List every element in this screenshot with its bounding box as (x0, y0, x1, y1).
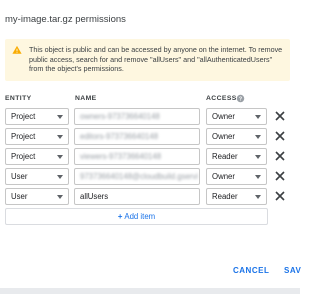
access-select[interactable]: Owner (206, 128, 267, 145)
delete-row-icon[interactable] (274, 190, 286, 202)
name-value: owners-973736640148 (80, 112, 160, 121)
name-input[interactable]: editors-973736640148 (74, 128, 200, 145)
entity-select[interactable]: Project (5, 108, 69, 125)
permission-row: User 973736640148@cloudbuild.gservi Owne… (0, 168, 300, 185)
dropdown-caret-icon (255, 135, 261, 139)
dialog-title: my-image.tar.gz permissions (5, 14, 126, 25)
name-value: viewers-973736640148 (80, 152, 162, 161)
plus-icon: + (117, 212, 123, 221)
public-access-warning: This object is public and can be accesse… (5, 39, 290, 81)
delete-row-icon[interactable] (274, 150, 286, 162)
help-icon[interactable]: ? (236, 94, 245, 103)
entity-value: User (11, 192, 28, 201)
dropdown-caret-icon (57, 155, 63, 159)
entity-value: Project (11, 112, 36, 121)
access-value: Reader (212, 152, 238, 161)
dropdown-caret-icon (255, 195, 261, 199)
delete-row-icon[interactable] (274, 130, 286, 142)
access-value: Owner (212, 112, 235, 121)
name-value: editors-973736640148 (80, 132, 159, 141)
dropdown-caret-icon (255, 175, 261, 179)
entity-value: Project (11, 152, 36, 161)
cancel-button[interactable]: CANCEL (233, 266, 269, 275)
permission-row: Project viewers-973736640148 Reader (0, 148, 300, 165)
access-select[interactable]: Reader (206, 188, 267, 205)
permission-row: User allUsers Reader (0, 188, 300, 205)
access-select[interactable]: Reader (206, 148, 267, 165)
entity-select[interactable]: Project (5, 128, 69, 145)
name-value: 973736640148@cloudbuild.gservi (80, 172, 199, 181)
entity-value: Project (11, 132, 36, 141)
dropdown-caret-icon (255, 115, 261, 119)
add-item-label: Add item (124, 212, 156, 221)
access-value: Reader (212, 192, 238, 201)
access-select[interactable]: Owner (206, 168, 267, 185)
name-input[interactable]: allUsers (74, 188, 200, 205)
bottom-edge (0, 288, 300, 294)
entity-select[interactable]: Project (5, 148, 69, 165)
entity-select[interactable]: User (5, 168, 69, 185)
save-button[interactable]: SAV (284, 266, 301, 275)
entity-select[interactable]: User (5, 188, 69, 205)
entity-value: User (11, 172, 28, 181)
delete-row-icon[interactable] (274, 110, 286, 122)
dropdown-caret-icon (255, 155, 261, 159)
access-value: Owner (212, 132, 235, 141)
warning-text: This object is public and can be accesse… (29, 45, 283, 73)
dropdown-caret-icon (57, 115, 63, 119)
delete-row-icon[interactable] (274, 170, 286, 182)
permission-row: Project owners-973736640148 Owner (0, 108, 300, 125)
add-item-button[interactable]: + Add item (5, 208, 268, 225)
access-select[interactable]: Owner (206, 108, 267, 125)
permissions-dialog: my-image.tar.gz permissions This object … (0, 0, 301, 294)
name-input[interactable]: owners-973736640148 (74, 108, 200, 125)
dropdown-caret-icon (57, 175, 63, 179)
access-column-header: ACCESS (206, 95, 237, 102)
svg-text:?: ? (239, 96, 242, 102)
permission-row: Project editors-973736640148 Owner (0, 128, 300, 145)
access-value: Owner (212, 172, 235, 181)
dropdown-caret-icon (57, 135, 63, 139)
entity-column-header: ENTITY (5, 95, 32, 102)
name-value: allUsers (80, 192, 109, 201)
dropdown-caret-icon (57, 195, 63, 199)
warning-icon (12, 45, 22, 54)
name-input[interactable]: viewers-973736640148 (74, 148, 200, 165)
name-input[interactable]: 973736640148@cloudbuild.gservi (74, 168, 200, 185)
name-column-header: NAME (75, 95, 97, 102)
